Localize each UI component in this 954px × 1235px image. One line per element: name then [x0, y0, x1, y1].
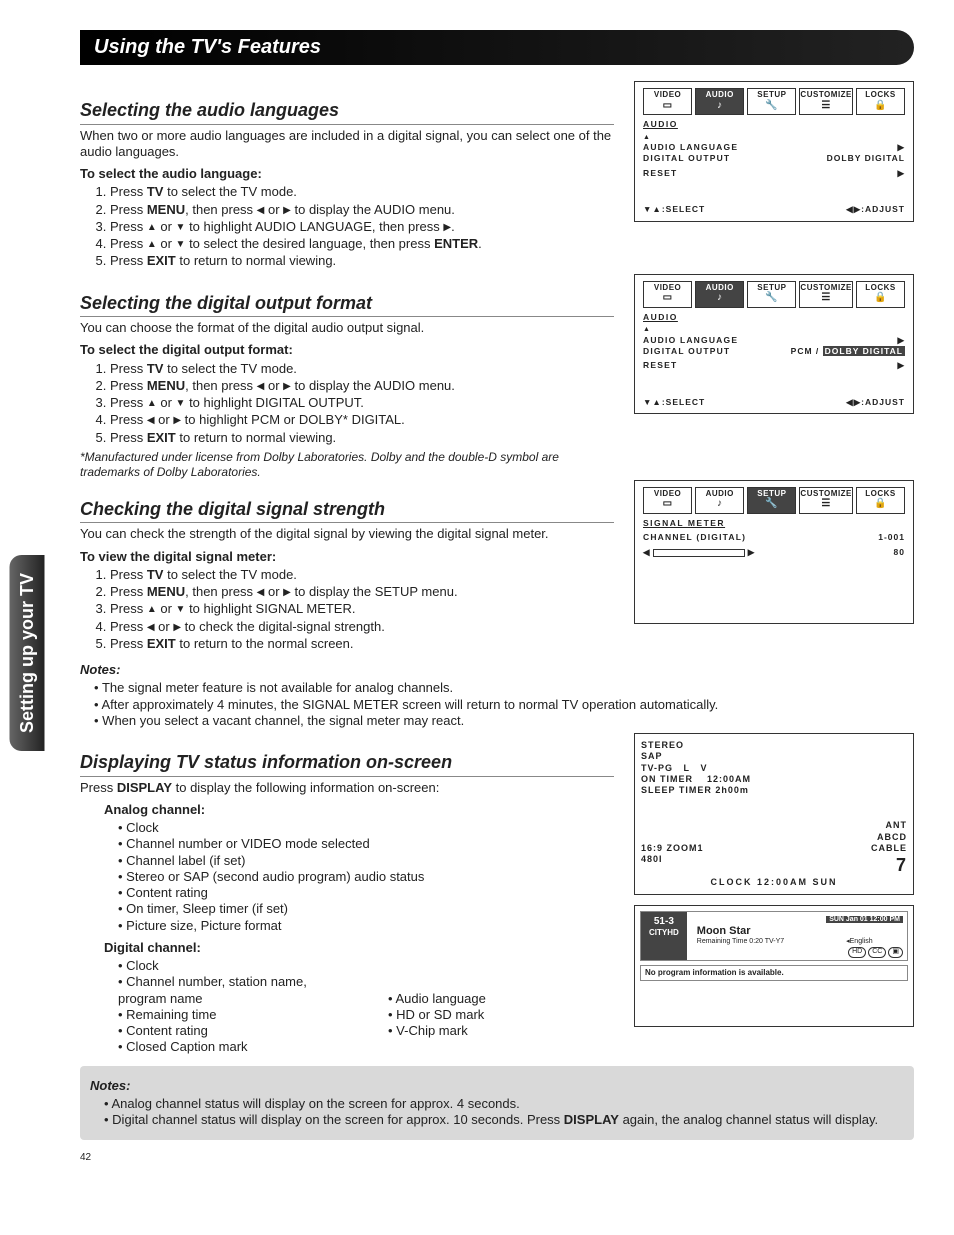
heading-signal-strength: Checking the digital signal strength [80, 498, 614, 524]
heading-audio-languages: Selecting the audio languages [80, 99, 614, 125]
analog-info-box: STEREO SAP TV-PG L V ON TIMER 12:00AM SL… [634, 733, 914, 895]
osd-audio-2: Video▭ Audio♪ Setup🔧 Customize☰ Locks🔒 A… [634, 274, 914, 415]
page-banner: Using the TV's Features [80, 30, 914, 65]
heading-digital-output: Selecting the digital output format [80, 292, 614, 318]
signal-meter-bar [653, 549, 745, 557]
subhead: To select the audio language: [80, 166, 614, 182]
analog-list: Clock Channel number or VIDEO mode selec… [104, 820, 614, 934]
list-icon: ☰ [800, 100, 851, 113]
notes-label: Notes: [80, 662, 914, 678]
dolby-disclaimer: *Manufactured under license from Dolby L… [80, 450, 614, 480]
digital-info-box: 51-3 CITYHD SUN Jan 01 12:00 PM Moon Sta… [634, 905, 914, 1027]
intro-text: When two or more audio languages are inc… [80, 128, 614, 161]
digital-label: Digital channel: [104, 940, 614, 956]
lock-icon: 🔒 [857, 100, 904, 113]
digital-list: Clock Channel number, station name, prog… [104, 956, 614, 1060]
page-number: 42 [80, 1152, 914, 1165]
intro-text: You can check the strength of the digita… [80, 526, 614, 542]
steps-list: Press TV to select the TV mode. Press ME… [96, 361, 614, 446]
steps-list: Press TV to select the TV mode. Press ME… [96, 184, 614, 269]
wrench-icon: 🔧 [748, 100, 795, 113]
steps-list: Press TV to select the TV mode. Press ME… [96, 567, 614, 652]
page-body: Using the TV's Features Selecting the au… [80, 30, 914, 1165]
subhead: To select the digital output format: [80, 342, 614, 358]
intro-text: You can choose the format of the digital… [80, 320, 614, 336]
tv-icon: ▭ [644, 100, 691, 113]
osd-audio-1: Video▭ Audio♪ Setup🔧 Customize☰ Locks🔒 A… [634, 81, 914, 222]
analog-label: Analog channel: [104, 802, 614, 818]
notes-list: The signal meter feature is not availabl… [80, 680, 914, 729]
heading-display-status: Displaying TV status information on-scre… [80, 751, 614, 777]
notes-box: Notes: Analog channel status will displa… [80, 1066, 914, 1141]
subhead: To view the digital signal meter: [80, 549, 614, 565]
section-tab: Setting up your TV [10, 555, 45, 751]
intro-text: Press DISPLAY to display the following i… [80, 780, 614, 796]
note-icon: ♪ [696, 100, 743, 113]
osd-signal-meter: Video▭ Audio♪ Setup🔧 Customize☰ Locks🔒 S… [634, 480, 914, 624]
